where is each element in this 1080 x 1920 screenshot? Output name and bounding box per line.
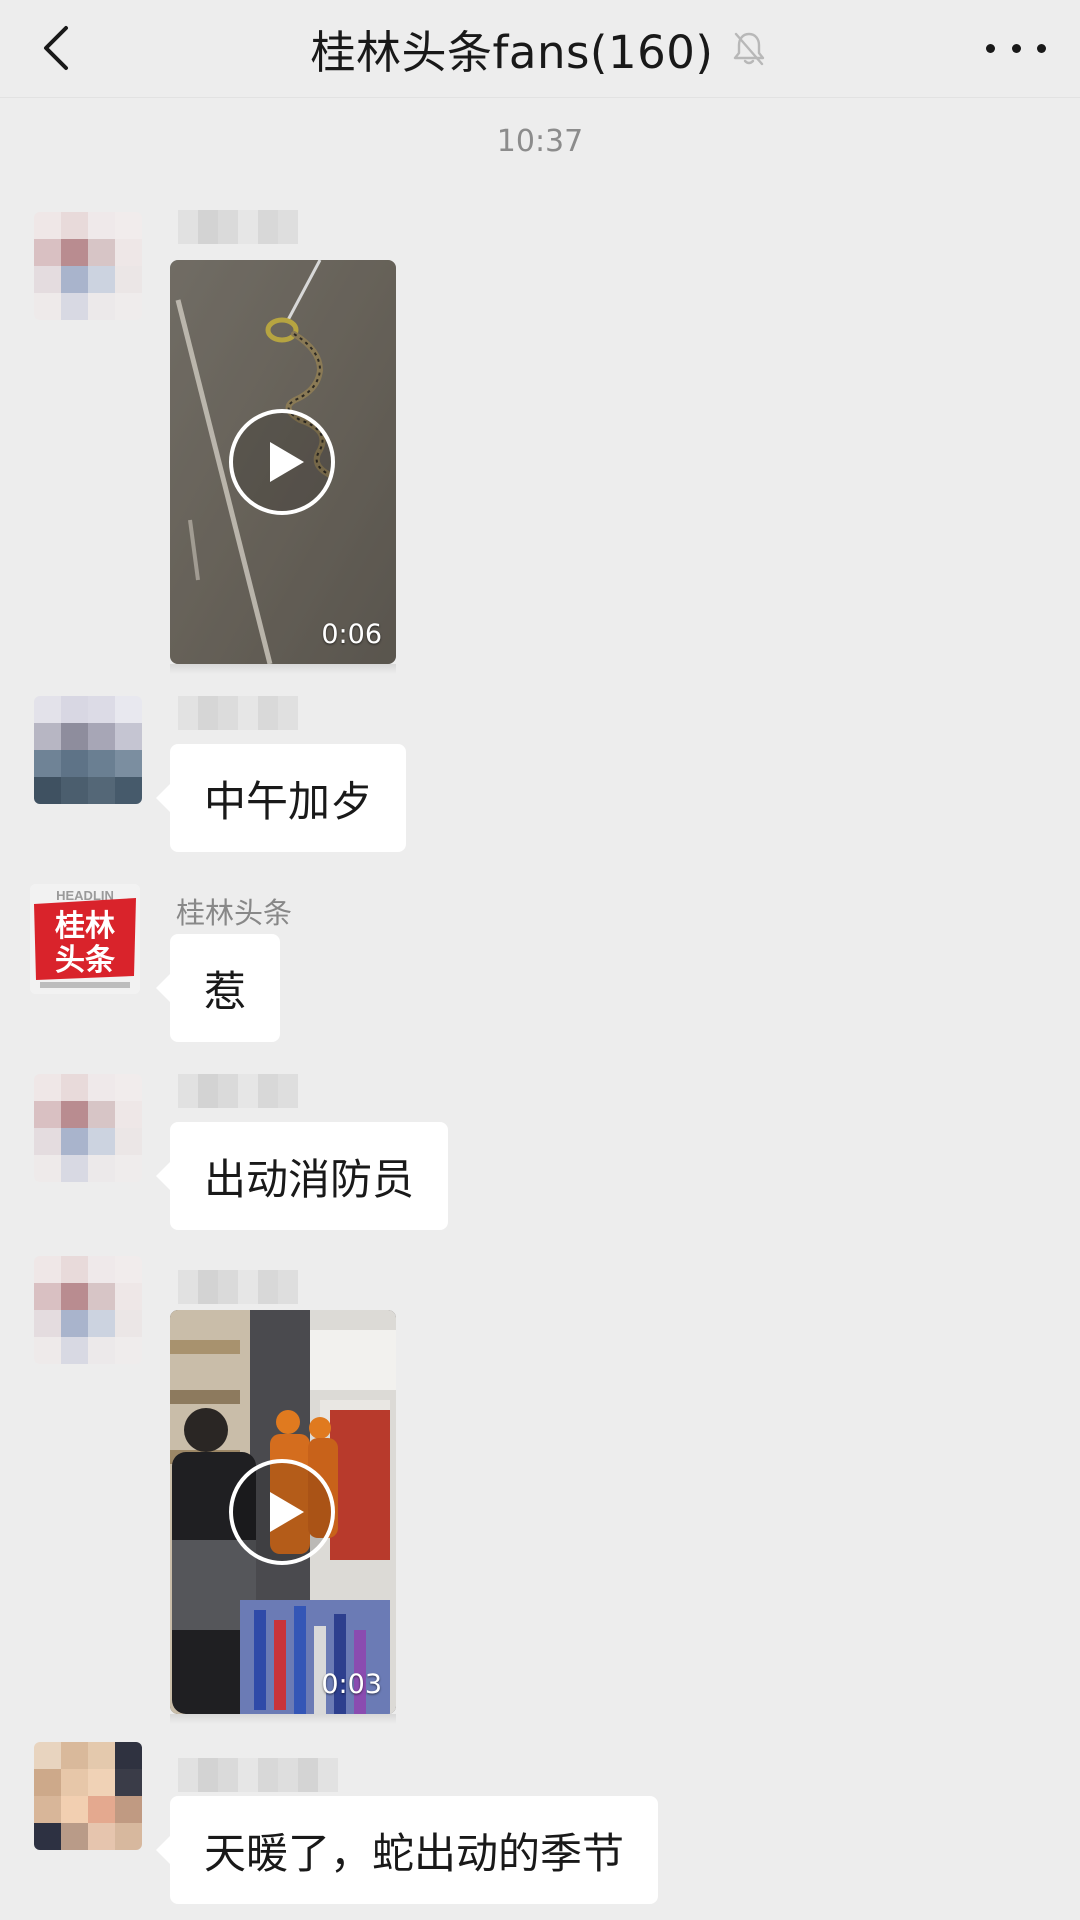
avatar[interactable] [34, 212, 142, 320]
dot [1011, 43, 1021, 53]
sender-name-obscured [178, 1074, 298, 1108]
svg-text:桂林: 桂林 [55, 909, 115, 944]
chat-header: 桂林头条fans(160) [0, 0, 1080, 98]
brand-avatar[interactable]: HEADLIN 桂林 头条 [30, 884, 140, 994]
guilin-toutiao-logo: HEADLIN 桂林 头条 [30, 884, 140, 994]
avatar[interactable] [34, 1742, 142, 1850]
sender-name-obscured [178, 696, 298, 730]
sender-name-obscured [178, 1758, 338, 1792]
chat-title: 桂林头条fans(160) [310, 25, 714, 79]
video-message[interactable]: 0:03 [170, 1310, 396, 1714]
more-options-button[interactable] [986, 30, 1046, 66]
avatar-mosaic [34, 696, 142, 804]
message-bubble[interactable]: 中午加歺 [155, 744, 407, 852]
play-icon[interactable] [228, 1458, 336, 1566]
dot [986, 43, 995, 53]
avatar[interactable] [34, 1074, 142, 1182]
sender-name-obscured [178, 210, 298, 244]
chat-timestamp: 10:37 [496, 124, 584, 159]
video-duration: 0:03 [321, 1669, 382, 1700]
video-shadow [170, 664, 396, 674]
sender-name: 桂林头条 [176, 896, 293, 930]
sender-name-obscured [178, 1270, 298, 1304]
message-bubble[interactable]: 出动消防员 [155, 1122, 449, 1230]
video-shadow [170, 1714, 396, 1724]
bell-off-icon [734, 32, 765, 66]
video-duration: 0:06 [321, 619, 382, 650]
svg-text:头条: 头条 [55, 943, 115, 978]
message-bubble[interactable]: 惹 [155, 934, 281, 1042]
play-icon[interactable] [228, 408, 336, 516]
avatar[interactable] [34, 696, 142, 804]
avatar-mosaic [34, 212, 142, 320]
dot [1037, 43, 1046, 53]
video-message[interactable]: 0:06 [170, 260, 396, 664]
avatar-mosaic [34, 1074, 142, 1182]
avatar-mosaic [34, 1256, 142, 1364]
message-bubble[interactable]: 天暖了，蛇出动的季节 [155, 1796, 659, 1904]
avatar-mosaic [34, 1742, 142, 1850]
avatar[interactable] [34, 1256, 142, 1364]
chat-title-wrap: 桂林头条fans(160) [0, 18, 1080, 79]
